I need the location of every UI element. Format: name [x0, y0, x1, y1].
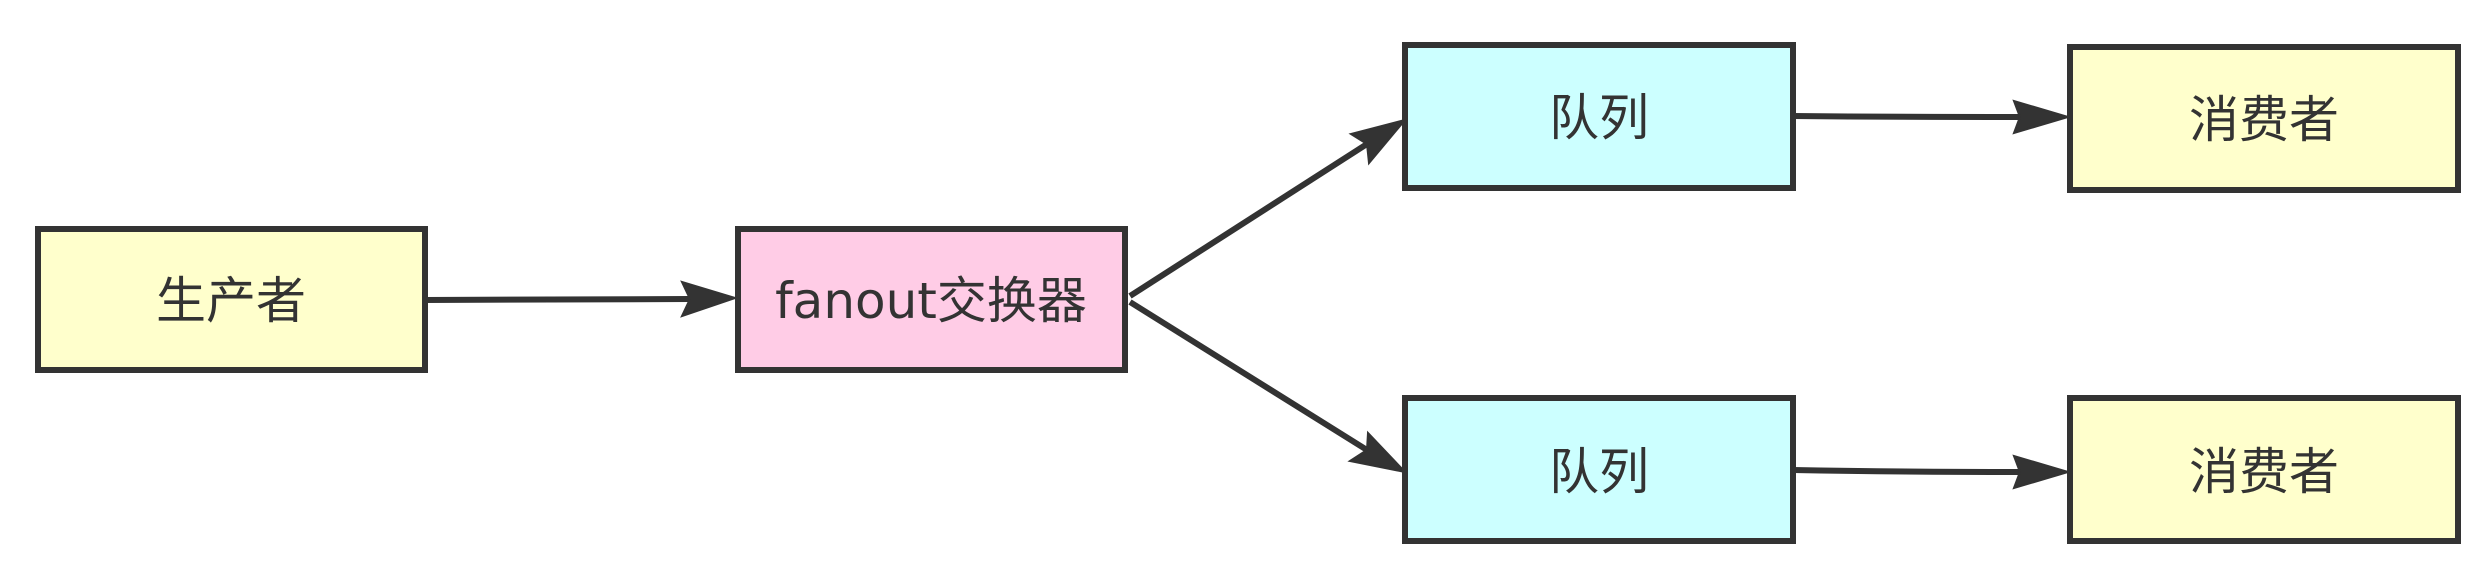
edges	[424, 99, 2072, 490]
exchange-label: fanout交换器	[775, 272, 1087, 330]
consumer-bottom-label: 消费者	[2189, 443, 2339, 501]
edge-exchange-queue-top	[1128, 118, 1408, 299]
edge-queue-top-consumer-top	[1792, 99, 2072, 135]
edge-exchange-queue-bottom	[1128, 299, 1408, 474]
node-queue-top: 队列	[1402, 42, 1796, 191]
node-producer: 生产者	[35, 226, 428, 373]
node-consumer-bottom: 消费者	[2067, 395, 2461, 544]
node-queue-bottom: 队列	[1402, 395, 1796, 544]
queue-bottom-label: 队列	[1549, 443, 1649, 501]
consumer-top-label: 消费者	[2189, 91, 2339, 149]
node-consumer-top: 消费者	[2067, 44, 2461, 193]
queue-top-label: 队列	[1549, 89, 1649, 147]
edge-producer-exchange	[424, 280, 739, 318]
edge-queue-bottom-consumer-bottom	[1792, 454, 2072, 490]
node-exchange: fanout交换器	[735, 226, 1128, 373]
fanout-exchange-diagram: 生产者 fanout交换器 队列 队列 消费者 消费者	[35, 42, 2461, 544]
producer-label: 生产者	[156, 272, 306, 330]
